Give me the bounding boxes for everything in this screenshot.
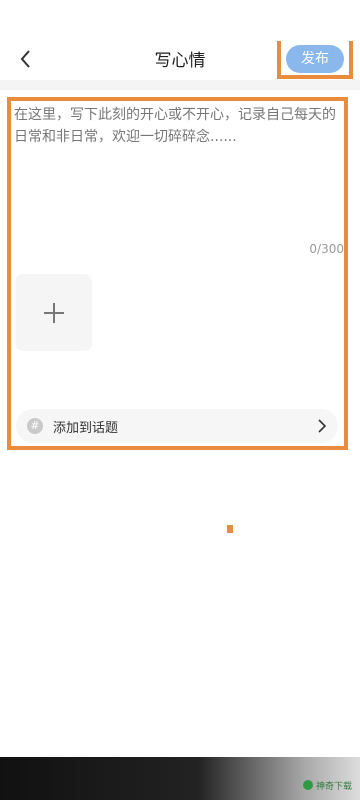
plus-icon bbox=[43, 302, 64, 323]
content-textarea[interactable]: 在这里，写下此刻的开心或不开心，记录自己每天的日常和非日常，欢迎一切碎碎念...… bbox=[14, 104, 340, 148]
watermark-text: 神奇下载 bbox=[315, 781, 352, 792]
chevron-right-icon bbox=[318, 419, 327, 433]
add-topic-button[interactable]: # 添加到话题 bbox=[16, 409, 338, 443]
top-header: 写心情 发布 bbox=[0, 0, 360, 80]
watermark-logo-icon bbox=[302, 780, 313, 790]
publish-button[interactable]: 发布 bbox=[286, 45, 344, 73]
add-image-button[interactable] bbox=[15, 274, 92, 351]
header-divider bbox=[0, 80, 360, 90]
hashtag-icon: # bbox=[27, 418, 43, 434]
character-counter: 0/300 bbox=[309, 242, 344, 256]
add-topic-label: 添加到话题 bbox=[53, 420, 119, 436]
annotation-marker bbox=[227, 525, 233, 533]
watermark: 神奇下载 bbox=[302, 778, 352, 792]
